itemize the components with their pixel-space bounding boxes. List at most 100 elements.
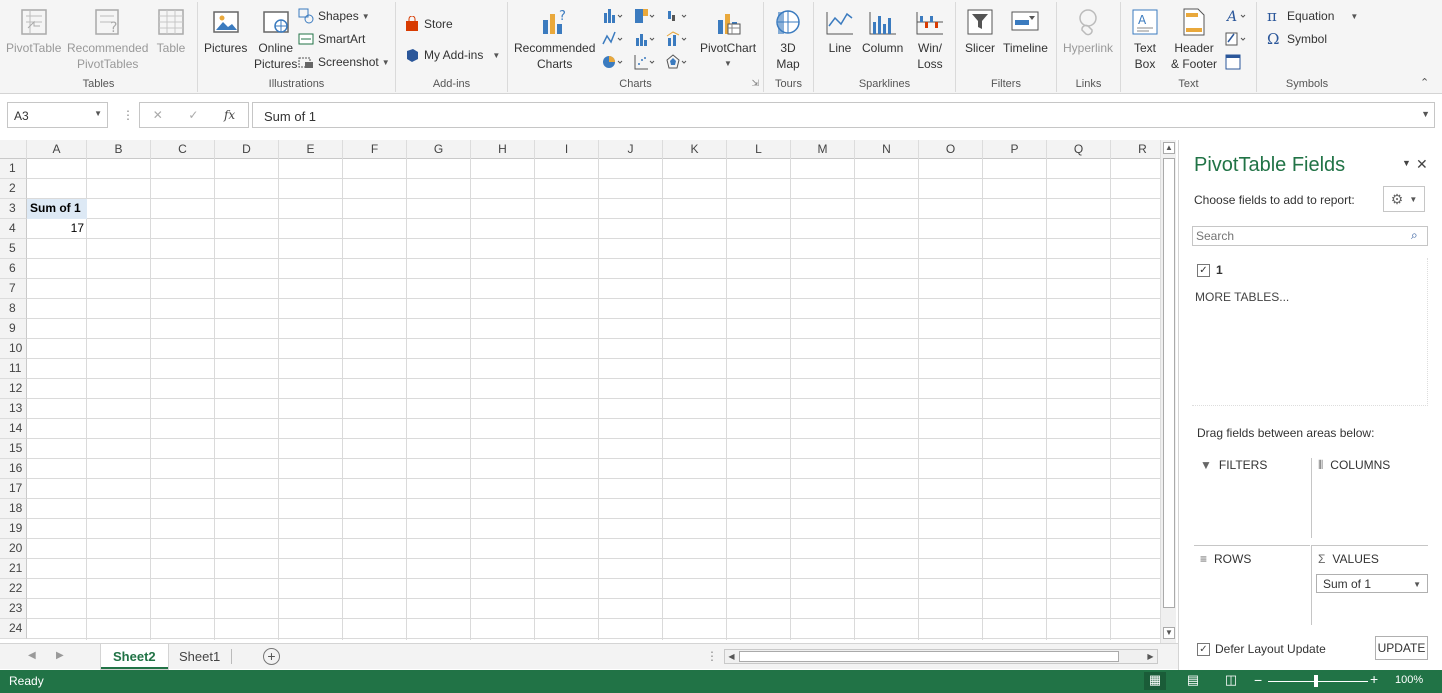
normal-view-icon[interactable]: ▦	[1144, 672, 1166, 690]
zoom-slider-thumb[interactable]	[1314, 675, 1318, 687]
values-field-dropdown-icon[interactable]: ▼	[1413, 580, 1421, 589]
cell-a3[interactable]: Sum of 1	[27, 199, 87, 219]
tools-button[interactable]: ⚙ ▼	[1383, 186, 1425, 212]
field-1-checkbox[interactable]: ✓	[1197, 264, 1210, 277]
row-header[interactable]: 14	[0, 419, 27, 439]
zoom-in-icon[interactable]: +	[1370, 671, 1378, 687]
smartart-button[interactable]: SmartArt	[298, 29, 365, 49]
row-header[interactable]: 10	[0, 339, 27, 359]
recommended-pivottables-button[interactable]: ? Recommended PivotTables	[67, 6, 148, 72]
horizontal-scrollbar[interactable]: ◀ ▶	[724, 649, 1158, 664]
name-box[interactable]: A3 ▼	[7, 102, 108, 128]
page-break-view-icon[interactable]: ◫	[1220, 672, 1242, 690]
my-addins-button[interactable]: My Add-ins ▼	[404, 45, 500, 65]
row-header[interactable]: 20	[0, 539, 27, 559]
text-box-button[interactable]: A Text Box	[1129, 6, 1161, 72]
sheet-tab-sheet1[interactable]: Sheet1	[167, 644, 232, 669]
row-header[interactable]: 12	[0, 379, 27, 399]
row-header[interactable]: 11	[0, 359, 27, 379]
signature-line-icon[interactable]	[1225, 30, 1247, 48]
row-header[interactable]: 24	[0, 619, 27, 639]
rows-area[interactable]: ≡ ROWS	[1194, 545, 1310, 625]
vertical-scroll-thumb[interactable]	[1163, 158, 1175, 608]
sparkline-winloss-button[interactable]: Win/ Loss	[914, 6, 946, 72]
row-header[interactable]: 7	[0, 279, 27, 299]
sparkline-line-button[interactable]: Line	[824, 6, 856, 56]
row-header[interactable]: 19	[0, 519, 27, 539]
column-header[interactable]: G	[407, 140, 471, 159]
scroll-up-icon[interactable]: ▲	[1163, 142, 1175, 154]
hyperlink-button[interactable]: Hyperlink	[1063, 6, 1113, 56]
zoom-slider[interactable]	[1268, 681, 1368, 682]
defer-layout-checkbox[interactable]: ✓	[1197, 643, 1210, 656]
values-area[interactable]: Σ VALUES Sum of 1 ▼	[1311, 545, 1428, 625]
pane-options-icon[interactable]: ▼	[1402, 158, 1411, 168]
tab-split-handle[interactable]: ⋮	[706, 649, 718, 663]
screenshot-button[interactable]: Screenshot ▼	[298, 52, 390, 72]
enter-icon[interactable]: ✓	[188, 108, 198, 122]
online-pictures-button[interactable]: Online Pictures	[254, 6, 297, 72]
filters-area[interactable]: ▼ FILTERS	[1194, 458, 1310, 538]
scroll-left-icon[interactable]: ◀	[725, 650, 738, 663]
field-1-label[interactable]: 1	[1216, 263, 1223, 277]
statistic-chart-icon[interactable]	[634, 30, 656, 48]
pictures-button[interactable]: Pictures	[204, 6, 247, 56]
cancel-icon[interactable]: ✕	[153, 108, 163, 122]
equation-button[interactable]: π Equation ▼	[1267, 6, 1358, 26]
radar-chart-icon[interactable]	[666, 53, 688, 71]
expand-formula-bar-icon[interactable]: ▼	[1421, 109, 1430, 119]
header-footer-button[interactable]: Header & Footer	[1171, 6, 1217, 72]
worksheet-grid[interactable]: ABCDEFGHIJKLMNOPQR 1 2 3 4 5 6 7 8 9 10 11 12 13 14 15…	[0, 140, 1160, 640]
table-button[interactable]: Table	[155, 6, 187, 56]
row-header[interactable]: 16	[0, 459, 27, 479]
column-header[interactable]: Q	[1047, 140, 1111, 159]
store-button[interactable]: Store	[404, 14, 453, 34]
sheet-tab-sheet2[interactable]: Sheet2	[101, 644, 168, 669]
row-header[interactable]: 15	[0, 439, 27, 459]
column-header[interactable]: M	[791, 140, 855, 159]
scroll-down-icon[interactable]: ▼	[1163, 627, 1175, 639]
line-chart-icon[interactable]	[602, 30, 624, 48]
add-sheet-icon[interactable]: +	[263, 648, 280, 665]
row-header[interactable]: 1	[0, 159, 27, 179]
vertical-scrollbar[interactable]: ▲ ▼	[1160, 140, 1176, 643]
row-header[interactable]: 21	[0, 559, 27, 579]
column-header[interactable]: D	[215, 140, 279, 159]
formula-input[interactable]: Sum of 1 ▼	[252, 102, 1435, 128]
column-header[interactable]: F	[343, 140, 407, 159]
sparkline-column-button[interactable]: Column	[862, 6, 903, 56]
column-header[interactable]: E	[279, 140, 343, 159]
shapes-button[interactable]: Shapes ▼	[298, 6, 370, 26]
select-all-corner[interactable]	[0, 140, 27, 159]
row-header[interactable]: 5	[0, 239, 27, 259]
field-search-input[interactable]	[1192, 226, 1428, 246]
recommended-charts-button[interactable]: ? Recommended Charts	[514, 6, 595, 72]
row-header[interactable]: 23	[0, 599, 27, 619]
row-header[interactable]: 22	[0, 579, 27, 599]
pivottable-button[interactable]: PivotTable	[6, 6, 61, 56]
search-icon[interactable]: ⌕	[1411, 228, 1418, 243]
slicer-button[interactable]: Slicer	[964, 6, 996, 56]
columns-area[interactable]: ⦀ COLUMNS	[1311, 458, 1428, 538]
update-button[interactable]: UPDATE	[1375, 636, 1428, 660]
object-icon[interactable]	[1225, 53, 1247, 71]
hierarchy-chart-icon[interactable]	[634, 7, 656, 25]
column-header[interactable]: I	[535, 140, 599, 159]
prev-sheet-icon[interactable]: ◀	[28, 650, 36, 661]
column-header[interactable]: A	[27, 140, 87, 159]
row-header[interactable]: 18	[0, 499, 27, 519]
cell-a4[interactable]: 17	[27, 219, 87, 239]
row-header[interactable]: 13	[0, 399, 27, 419]
insert-function-icon[interactable]: fx	[224, 108, 235, 122]
scatter-chart-icon[interactable]	[634, 53, 656, 71]
collapse-ribbon-icon[interactable]: ⌃	[1420, 76, 1429, 89]
column-header[interactable]: P	[983, 140, 1047, 159]
column-header[interactable]: C	[151, 140, 215, 159]
formula-bar-resize-handle[interactable]: ⋮	[122, 108, 134, 122]
waterfall-chart-icon[interactable]	[666, 7, 688, 25]
row-header[interactable]: 2	[0, 179, 27, 199]
timeline-button[interactable]: Timeline	[1003, 6, 1048, 56]
more-tables-link[interactable]: MORE TABLES...	[1195, 290, 1289, 304]
symbol-button[interactable]: Ω Symbol	[1267, 29, 1327, 49]
row-header[interactable]: 6	[0, 259, 27, 279]
